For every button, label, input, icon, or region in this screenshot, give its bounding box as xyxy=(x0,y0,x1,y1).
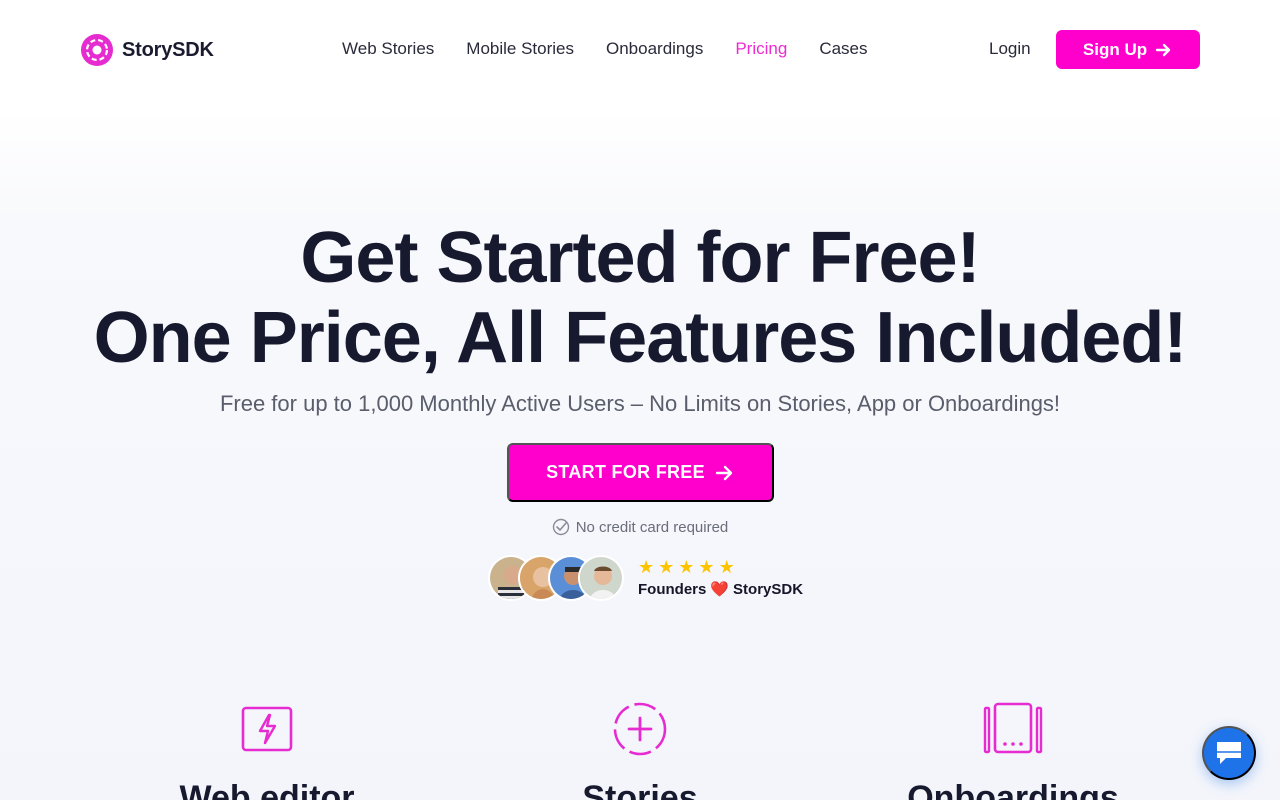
storysdk-logo-icon xyxy=(81,34,113,66)
plus-circle-icon xyxy=(613,702,667,756)
hero-title: Get Started for Free! One Price, All Fea… xyxy=(0,218,1280,378)
check-circle-icon xyxy=(552,518,569,536)
no-credit-card-text: No credit card required xyxy=(575,518,729,536)
feature-title: Web editor xyxy=(179,779,355,800)
nav-item-pricing[interactable]: Pricing xyxy=(735,38,787,60)
star-icon: ★ xyxy=(658,557,675,577)
arrow-right-icon xyxy=(715,465,733,480)
nav-item-onboardings[interactable]: Onboardings xyxy=(606,38,703,60)
lightning-icon xyxy=(241,706,293,752)
start-for-free-button[interactable]: START FOR FREE xyxy=(507,443,774,502)
star-icon: ★ xyxy=(698,557,715,577)
nav-item-mobile-stories[interactable]: Mobile Stories xyxy=(466,38,574,60)
arrow-right-icon xyxy=(1155,43,1171,56)
star-icon: ★ xyxy=(678,557,695,577)
hero-title-line1: Get Started for Free! xyxy=(300,218,980,298)
login-link[interactable]: Login xyxy=(989,38,1031,60)
brand-text: StorySDK xyxy=(733,580,804,598)
no-credit-card-note: No credit card required xyxy=(0,518,1280,536)
nav-item-cases[interactable]: Cases xyxy=(819,38,867,60)
founders-love-text: Founders ❤️ StorySDK xyxy=(638,580,804,599)
onboarding-cards-icon xyxy=(983,702,1043,754)
chat-icon xyxy=(1217,742,1241,764)
chat-button[interactable] xyxy=(1202,726,1256,780)
hero-subtitle: Free for up to 1,000 Monthly Active User… xyxy=(219,391,1061,416)
feature-web-editor: Web editor xyxy=(77,700,457,800)
site-header: StorySDK Web Stories Mobile Stories Onbo… xyxy=(0,0,1280,100)
sign-up-label: Sign Up xyxy=(1082,39,1148,59)
main-nav: Web Stories Mobile Stories Onboardings P… xyxy=(342,38,868,60)
brand-name: StorySDK xyxy=(122,38,214,61)
star-icon: ★ xyxy=(718,557,735,577)
nav-item-web-stories[interactable]: Web Stories xyxy=(342,38,434,60)
feature-stories: Stories xyxy=(450,700,830,800)
avatar xyxy=(578,555,624,601)
rating-stars: ★ ★ ★ ★ ★ xyxy=(638,558,803,576)
founders-text: Founders xyxy=(638,580,707,598)
hero-title-line2: One Price, All Features Included! xyxy=(93,298,1188,378)
star-icon: ★ xyxy=(638,557,655,577)
cta-label: START FOR FREE xyxy=(546,462,705,482)
avatar-group xyxy=(488,555,624,601)
logo[interactable]: StorySDK xyxy=(80,32,214,68)
heart-icon: ❤️ xyxy=(710,581,730,598)
rating: ★ ★ ★ ★ ★ Founders ❤️ StorySDK xyxy=(638,558,803,598)
feature-onboardings: Onboardings xyxy=(823,700,1203,800)
feature-title: Onboardings xyxy=(907,779,1119,800)
sign-up-button[interactable]: Sign Up xyxy=(1056,30,1200,69)
feature-title: Stories xyxy=(582,779,698,800)
social-proof: ★ ★ ★ ★ ★ Founders ❤️ StorySDK xyxy=(488,555,803,601)
